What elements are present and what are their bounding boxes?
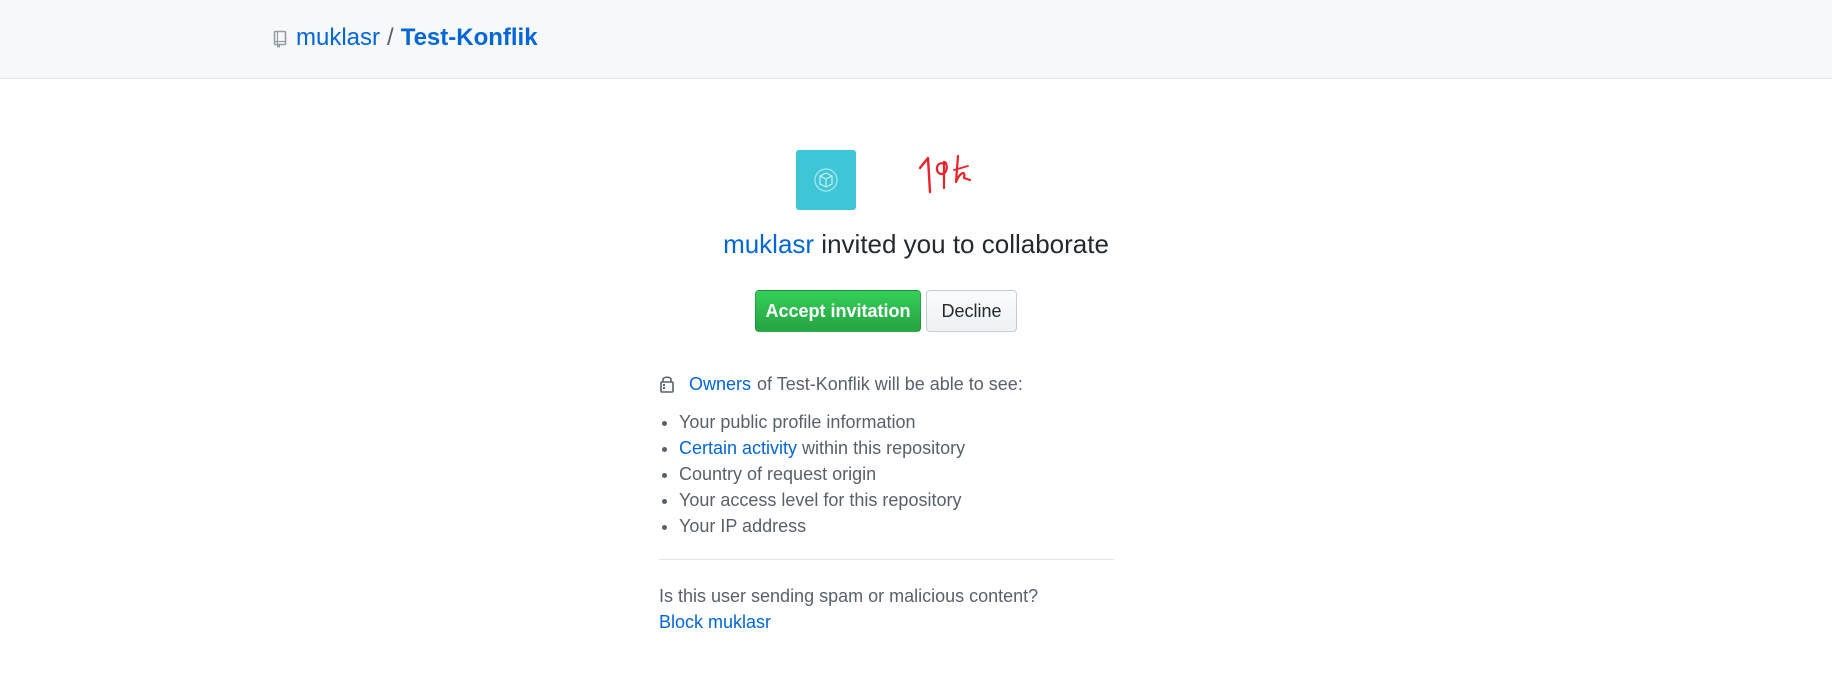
list-item-text: Your access level for this repository [679, 490, 962, 510]
list-item: Your access level for this repository [679, 487, 1114, 513]
repo-link[interactable]: Test-Konflik [401, 22, 538, 54]
permissions-list: Your public profile information Certain … [659, 409, 1114, 539]
list-item: Certain activity within this repository [679, 435, 1114, 461]
list-item: Your public profile information [679, 409, 1114, 435]
lock-icon [659, 374, 675, 394]
repo-icon [272, 27, 288, 49]
invitation-actions: Accept invitation Decline [755, 290, 1017, 332]
invitee-avatar[interactable] [914, 148, 986, 208]
accept-invitation-button[interactable]: Accept invitation [755, 290, 921, 332]
breadcrumb-separator: / [387, 24, 394, 51]
divider [659, 559, 1114, 560]
list-item: Country of request origin [679, 461, 1114, 487]
certain-activity-link[interactable]: Certain activity [679, 438, 797, 458]
list-item: Your IP address [679, 513, 1114, 539]
owner-link[interactable]: muklasr [296, 22, 380, 54]
invitation-headline: muklasr invited you to collaborate [0, 227, 1832, 261]
owners-link[interactable]: Owners [689, 374, 751, 395]
inviter-avatar[interactable] [796, 150, 856, 210]
invitation-message: invited you to collaborate [814, 229, 1109, 259]
list-item-text: Your IP address [679, 516, 807, 536]
permissions-section: Owners of Test-Konflik will be able to s… [659, 371, 1114, 635]
decline-button[interactable]: Decline [926, 290, 1017, 332]
inviter-link[interactable]: muklasr [723, 229, 814, 259]
permissions-lead-text: of Test-Konflik will be able to see: [757, 373, 1023, 394]
block-user-link[interactable]: Block muklasr [659, 609, 1114, 635]
permissions-lead: Owners of Test-Konflik will be able to s… [659, 371, 1114, 397]
list-item-text: Country of request origin [679, 464, 877, 484]
avatars [796, 150, 986, 212]
repo-breadcrumb: muklasr / Test-Konflik [272, 22, 538, 54]
repo-header: muklasr / Test-Konflik [0, 0, 1832, 79]
list-item-text: within this repository [797, 438, 966, 458]
spam-question: Is this user sending spam or malicious c… [659, 586, 1039, 606]
list-item-text: Your public profile information [679, 412, 916, 432]
box-avatar-icon [814, 168, 838, 192]
